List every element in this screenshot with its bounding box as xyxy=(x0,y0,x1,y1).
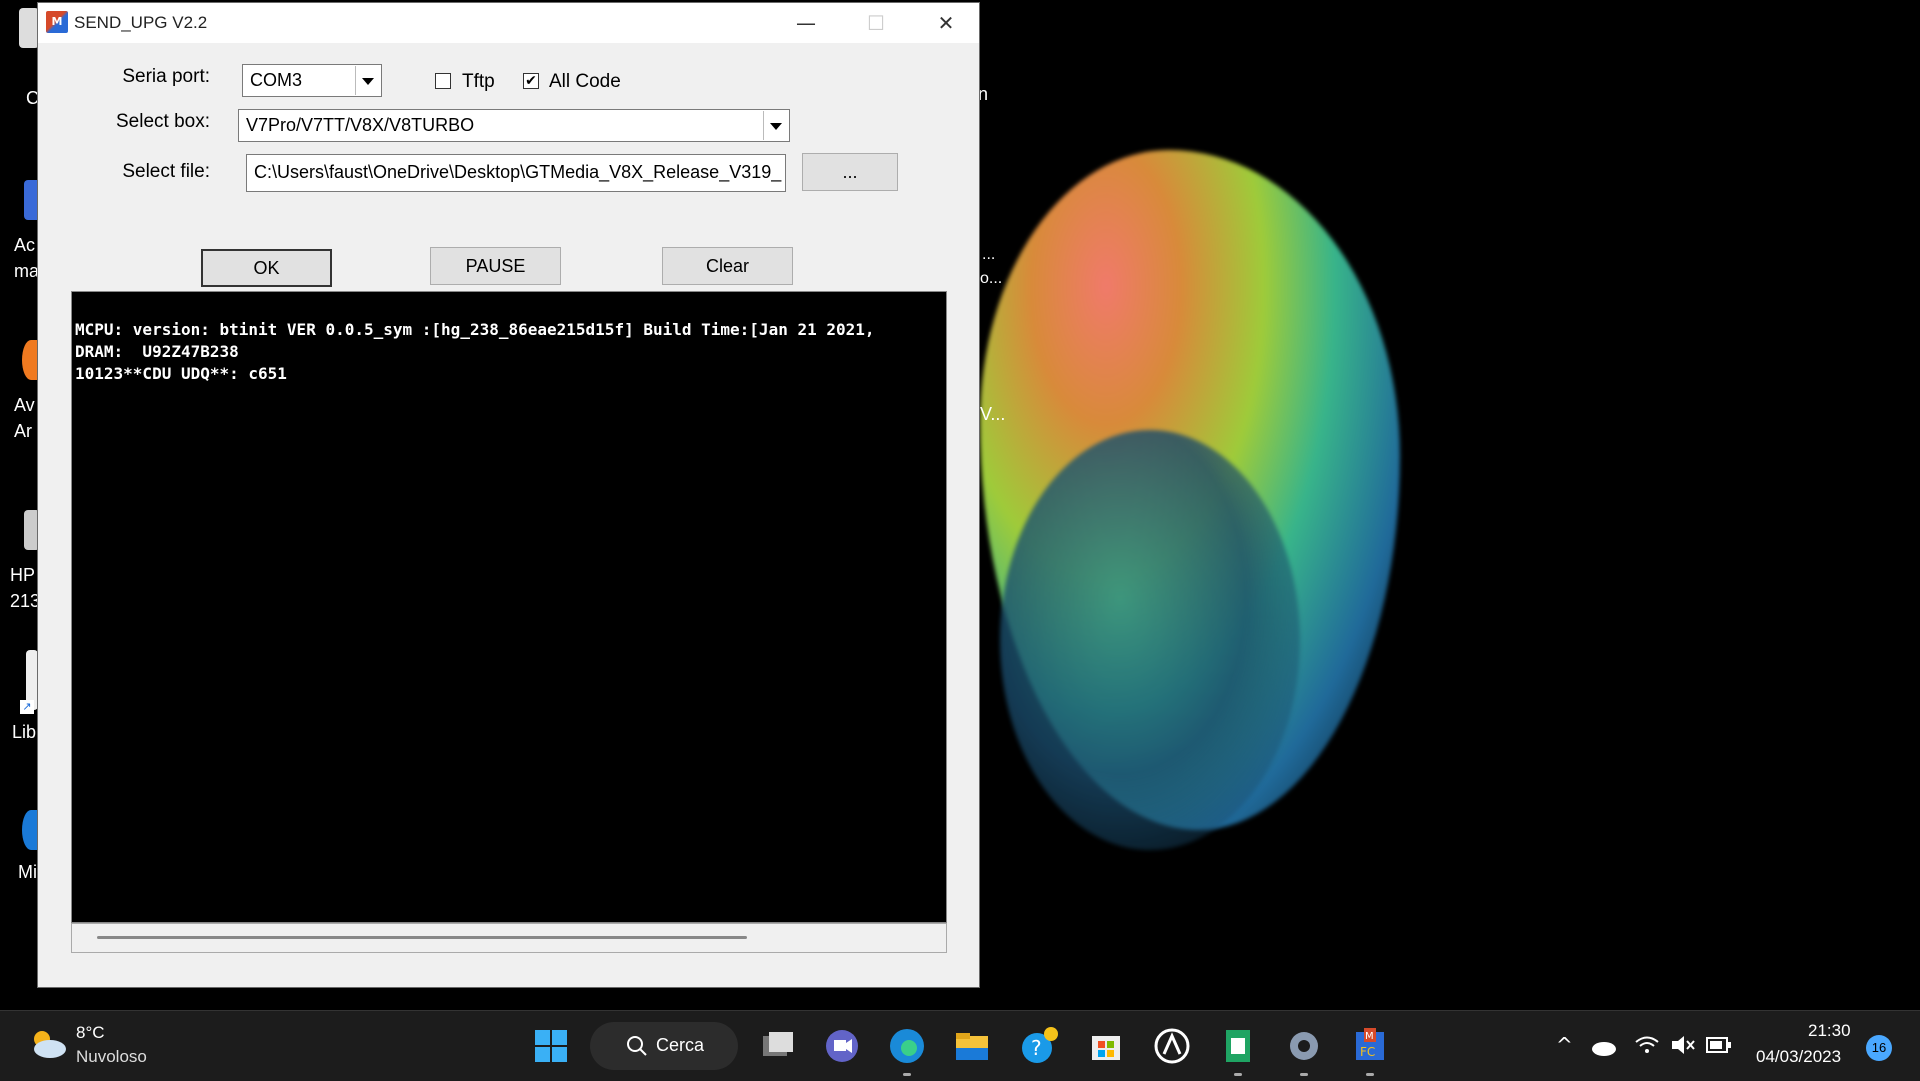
serial-port-label: Seria port: xyxy=(122,66,210,87)
svg-text:?: ? xyxy=(1031,1036,1042,1060)
clear-button[interactable]: Clear xyxy=(662,247,793,285)
log-console[interactable]: MCPU: version: btinit VER 0.0.5_sym :[hg… xyxy=(71,291,947,923)
select-box-value: V7Pro/V7TT/V8X/V8TURBO xyxy=(246,115,475,135)
tftp-checkbox[interactable] xyxy=(435,73,451,89)
select-box-label: Select box: xyxy=(116,111,210,132)
all-code-checkbox[interactable]: ✔ xyxy=(523,73,539,89)
running-indicator xyxy=(1366,1073,1374,1076)
app-icon[interactable] xyxy=(1150,1024,1194,1068)
onedrive-cloud-icon[interactable] xyxy=(1590,1035,1618,1057)
desktop-fragment: ... xyxy=(982,246,996,263)
file-explorer-icon[interactable] xyxy=(950,1024,994,1068)
store-icon[interactable] xyxy=(1084,1024,1128,1068)
help-icon[interactable]: ? xyxy=(1017,1024,1061,1068)
browse-button[interactable]: ... xyxy=(802,153,898,191)
battery-icon[interactable] xyxy=(1706,1035,1732,1055)
clock-time[interactable]: 21:30 xyxy=(1808,1021,1851,1041)
chevron-down-icon[interactable] xyxy=(763,111,788,140)
running-indicator xyxy=(1234,1073,1242,1076)
all-code-label: All Code xyxy=(549,71,621,92)
desktop-fragment: o... xyxy=(980,270,1003,287)
console-line: MCPU: version: btinit VER 0.0.5_sym :[hg… xyxy=(75,320,875,339)
send-upg-window: M SEND_UPG V2.2 — ☐ ✕ Seria port: COM3 T… xyxy=(37,2,980,988)
cloudy-weather-icon xyxy=(34,1031,66,1058)
serial-port-select[interactable]: COM3 xyxy=(242,64,382,97)
edge-icon[interactable] xyxy=(885,1024,929,1076)
notification-badge[interactable]: 16 xyxy=(1866,1035,1892,1061)
weather-temperature[interactable]: 8°C xyxy=(76,1023,105,1043)
search-label: Cerca xyxy=(656,1035,705,1055)
taskbar: 8°C Nuvoloso Cerca ? M FC ^ 21:30 04/03/… xyxy=(0,1010,1920,1081)
close-button[interactable]: ✕ xyxy=(911,3,981,43)
task-view-icon[interactable] xyxy=(755,1024,799,1068)
serial-port-value: COM3 xyxy=(250,70,303,90)
wifi-icon[interactable] xyxy=(1634,1033,1660,1057)
tftp-label: Tftp xyxy=(462,71,495,92)
window-title: SEND_UPG V2.2 xyxy=(74,13,208,32)
title-bar[interactable]: M SEND_UPG V2.2 — ☐ ✕ xyxy=(38,3,979,43)
running-indicator xyxy=(903,1073,911,1076)
wallpaper-blob-shadow xyxy=(1000,430,1300,850)
select-file-label: Select file: xyxy=(122,161,210,182)
sheets-icon[interactable] xyxy=(1216,1024,1260,1076)
maximize-button[interactable]: ☐ xyxy=(841,3,911,43)
search-icon xyxy=(627,1036,647,1056)
weather-description[interactable]: Nuvoloso xyxy=(76,1047,147,1067)
console-text: MCPU: version: btinit VER 0.0.5_sym :[hg… xyxy=(75,319,875,385)
select-box-dropdown[interactable]: V7Pro/V7TT/V8X/V8TURBO xyxy=(238,109,790,142)
app-icon: M xyxy=(46,11,68,33)
clock-date[interactable]: 04/03/2023 xyxy=(1756,1047,1841,1067)
svg-text:FC: FC xyxy=(1360,1045,1375,1059)
settings-icon[interactable] xyxy=(1282,1024,1326,1076)
recycle-bin-icon xyxy=(19,8,39,48)
running-indicator xyxy=(1300,1073,1308,1076)
select-file-field[interactable]: C:\Users\faust\OneDrive\Desktop\GTMedia_… xyxy=(246,154,786,192)
console-line: DRAM: U92Z47B238 xyxy=(75,342,239,361)
minimize-button[interactable]: — xyxy=(771,3,841,43)
send-upg-icon[interactable]: M FC xyxy=(1348,1024,1392,1076)
volume-muted-icon[interactable] xyxy=(1670,1033,1696,1057)
search-input[interactable]: Cerca xyxy=(590,1022,738,1070)
scrollbar-thumb[interactable] xyxy=(97,936,747,939)
pause-button[interactable]: PAUSE xyxy=(430,247,561,285)
console-line: 10123**CDU UDQ**: c651 xyxy=(75,364,287,383)
ok-button[interactable]: OK xyxy=(201,249,332,287)
chevron-down-icon[interactable] xyxy=(355,66,380,95)
teams-chat-icon[interactable] xyxy=(820,1024,864,1068)
horizontal-scrollbar[interactable] xyxy=(71,923,947,953)
chevron-up-icon[interactable]: ^ xyxy=(1556,1033,1573,1057)
desktop-fragment: V... xyxy=(980,404,1006,424)
svg-text:M: M xyxy=(1365,1031,1374,1042)
windows-start-icon[interactable] xyxy=(529,1024,573,1068)
